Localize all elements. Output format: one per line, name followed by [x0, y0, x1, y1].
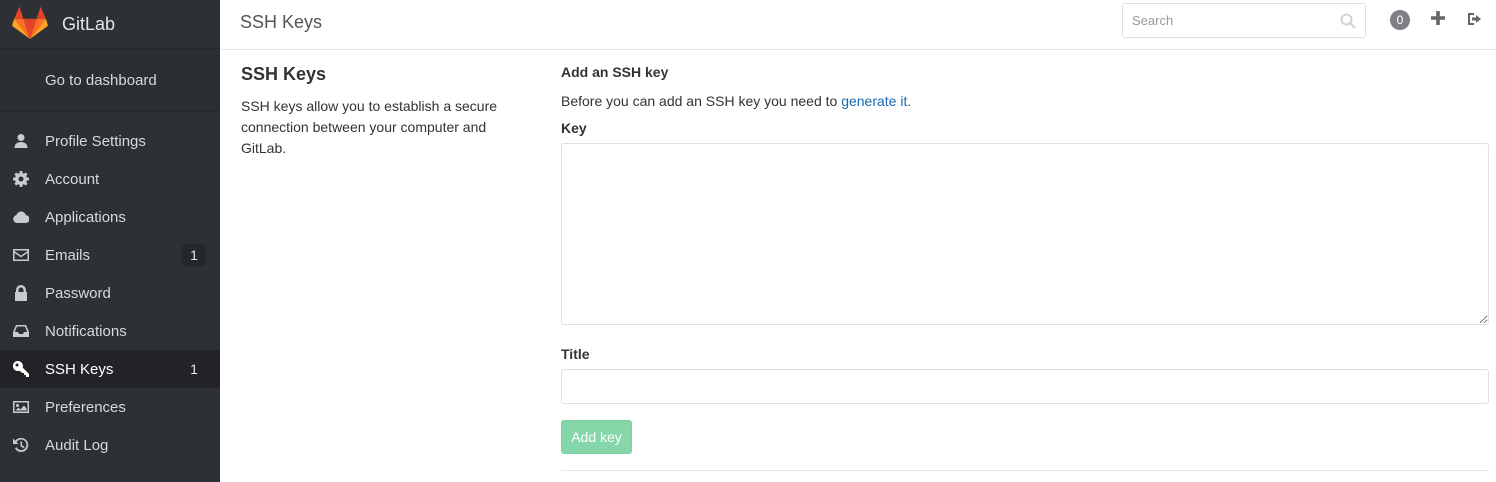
app-name: GitLab: [62, 13, 116, 34]
sidebar-item-profile-settings[interactable]: Profile Settings: [0, 122, 220, 160]
gear-icon: [12, 171, 29, 187]
sidebar-item-label: SSH Keys: [45, 360, 114, 378]
section-description: SSH keys allow you to establish a secure…: [241, 98, 498, 156]
envelope-icon: [12, 247, 29, 263]
sidebar-item-label: Password: [45, 284, 111, 302]
user-icon: [12, 133, 29, 149]
title-input[interactable]: [561, 369, 1489, 404]
hint-text: Before you can add an SSH key you need t…: [561, 93, 842, 109]
divider: [561, 470, 1489, 471]
section-heading: SSH Keys: [241, 64, 327, 84]
sidebar-item-label: Notifications: [45, 322, 127, 340]
search-box[interactable]: [1122, 3, 1366, 38]
sidebar-item-label: Emails: [45, 246, 91, 264]
page-title: SSH Keys: [240, 12, 323, 32]
brand[interactable]: GitLab: [0, 0, 220, 49]
cloud-icon: [12, 209, 29, 225]
history-icon: [12, 437, 29, 453]
search-input[interactable]: [1123, 4, 1323, 37]
profile-nav: Profile Settings Account Applications Em…: [0, 122, 220, 464]
ssh-keys-info: SSH Keys SSH keys allow you to establish…: [241, 64, 511, 159]
top-header: SSH Keys 0: [220, 0, 1496, 50]
key-textarea[interactable]: [561, 143, 1489, 325]
sidebar: GitLab Go to dashboard Profile Settings …: [0, 0, 220, 482]
sidebar-item-label: Preferences: [45, 398, 126, 416]
sidebar-item-notifications[interactable]: Notifications: [0, 312, 220, 350]
image-icon: [12, 399, 29, 415]
gitlab-logo-icon: [12, 6, 48, 39]
sidebar-item-ssh-keys[interactable]: SSH Keys 1: [0, 350, 220, 388]
generate-it-link[interactable]: generate it.: [841, 93, 911, 109]
search-icon: [1340, 13, 1356, 29]
emails-count-badge: 1: [182, 244, 206, 266]
add-ssh-key-form: Add an SSH key Before you can add an SSH…: [561, 64, 1489, 471]
key-icon: [12, 361, 29, 377]
form-hint: Before you can add an SSH key you need t…: [561, 93, 1489, 109]
title-label: Title: [561, 346, 590, 362]
sidebar-item-emails[interactable]: Emails 1: [0, 236, 220, 274]
sidebar-item-applications[interactable]: Applications: [0, 198, 220, 236]
sidebar-item-label: Audit Log: [45, 436, 109, 454]
sidebar-item-label: Applications: [45, 208, 126, 226]
sidebar-item-label: Account: [45, 170, 100, 188]
go-to-dashboard-link[interactable]: Go to dashboard: [0, 49, 220, 112]
add-key-button[interactable]: Add key: [561, 420, 632, 454]
sign-out-icon[interactable]: [1467, 11, 1483, 27]
key-label: Key: [561, 120, 587, 136]
sidebar-item-preferences[interactable]: Preferences: [0, 388, 220, 426]
todos-count-badge[interactable]: 0: [1390, 10, 1410, 30]
form-heading: Add an SSH key: [561, 64, 669, 80]
sidebar-item-label: Profile Settings: [45, 132, 146, 150]
sidebar-item-audit-log[interactable]: Audit Log: [0, 426, 220, 464]
sidebar-item-password[interactable]: Password: [0, 274, 220, 312]
lock-icon: [12, 285, 29, 301]
sidebar-item-account[interactable]: Account: [0, 160, 220, 198]
ssh-keys-count-badge: 1: [190, 361, 198, 377]
inbox-icon: [12, 323, 29, 339]
plus-icon[interactable]: [1430, 10, 1446, 26]
